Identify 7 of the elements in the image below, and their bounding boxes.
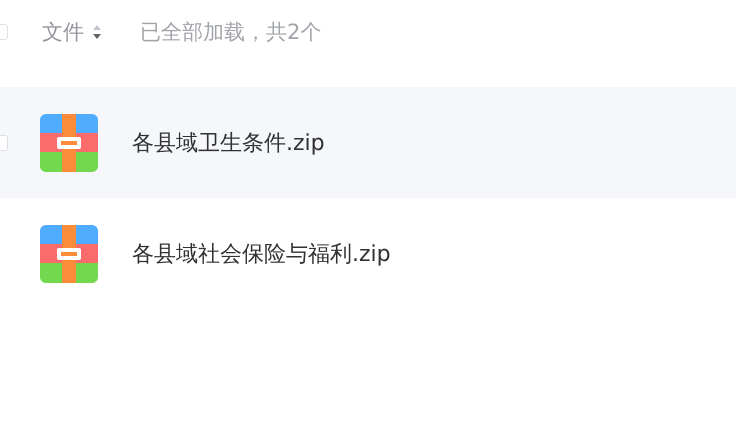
zip-file-icon — [40, 224, 98, 282]
file-row[interactable]: 各县域卫生条件.zip — [0, 87, 736, 198]
file-name[interactable]: 各县域社会保险与福利.zip — [132, 238, 391, 268]
load-status: 已全部加载，共2个 — [140, 19, 322, 46]
zip-file-icon — [40, 114, 98, 172]
file-name[interactable]: 各县域卫生条件.zip — [132, 128, 325, 158]
sort-icon[interactable] — [92, 24, 102, 40]
